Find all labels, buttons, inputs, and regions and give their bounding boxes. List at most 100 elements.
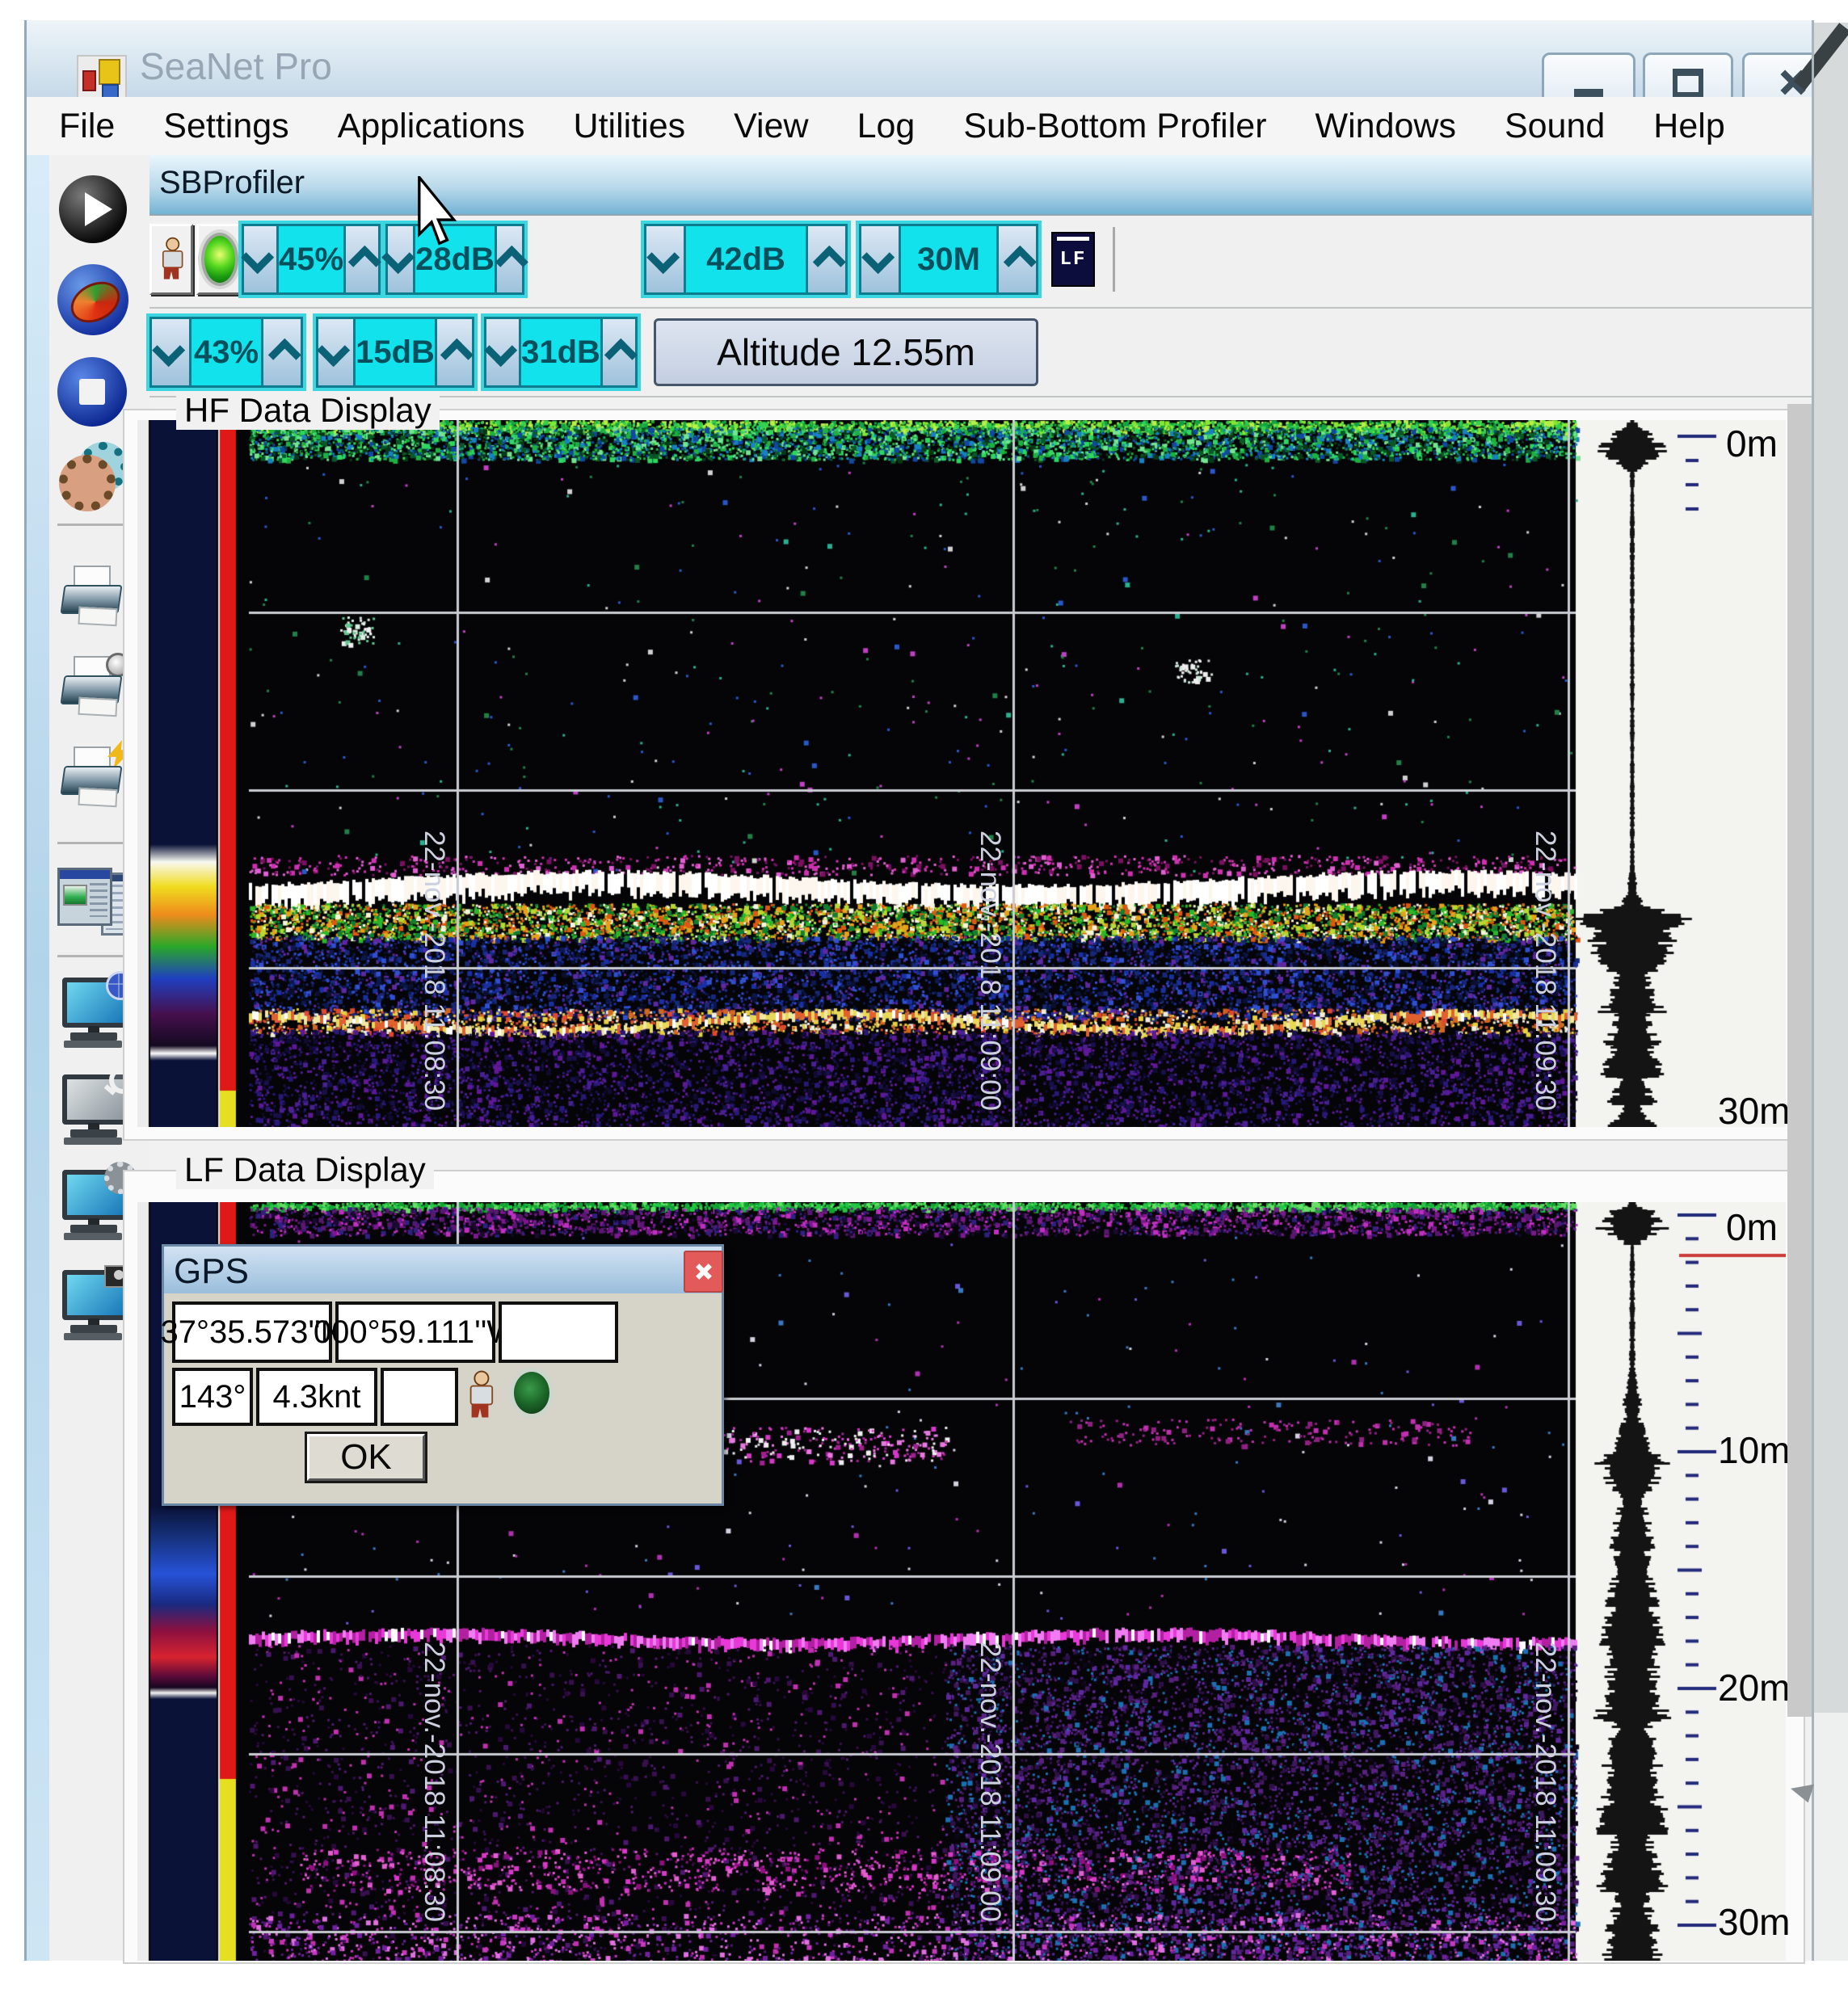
menu-item-view[interactable]: View [734,107,808,146]
db2-value: 31dB [521,319,600,385]
gps-ok-button[interactable]: OK [307,1434,425,1481]
increase-button[interactable] [600,319,635,385]
gain-spinner-lf: 43% [149,317,303,388]
chevron-up-icon [440,338,474,371]
decrease-button[interactable] [388,226,415,292]
chevron-up-icon [812,245,845,278]
chevron-up-icon [267,338,301,371]
display-setup-icon[interactable] [57,864,132,939]
menu-item-sound[interactable]: Sound [1505,107,1605,146]
altitude-readout: Altitude 12.55m [654,318,1038,386]
chevron-up-icon [1003,245,1036,278]
settings-gears-icon[interactable] [57,440,132,515]
gps-empty-field-2 [381,1368,458,1426]
window-title: SeaNet Pro [140,44,332,88]
menu-bar: File Settings Applications Utilities Vie… [24,97,1812,155]
lf-timestamp-3: 22-nov.-2018 11:09:30 [1530,1642,1561,1989]
right-scroll-strip[interactable] [1787,404,1812,1717]
toolbar-row-2: 43% 15dB 31dB Altitude 12.55m [149,309,1812,397]
decrease-button[interactable] [152,319,192,385]
menu-item-help[interactable]: Help [1653,107,1724,146]
chevron-down-icon [242,241,275,274]
play-icon[interactable] [57,174,132,248]
lf-scale-0m: 0m [1726,1205,1778,1249]
lf-icon: LF [1051,232,1095,287]
toolbar-separator [1113,227,1115,292]
range-value: 30M [901,226,996,292]
menu-item-sub-bottom-profiler[interactable]: Sub-Bottom Profiler [963,107,1266,146]
toolbar-row-1: 45% 28dB 42dB 30M LF [149,216,1812,309]
increase-button[interactable] [435,319,472,385]
lf-mode-button[interactable]: LF [1051,232,1095,287]
chevron-up-icon [604,338,638,371]
stop-icon[interactable] [57,355,132,430]
hf-scale-0m: 0m [1726,422,1778,465]
gps-empty-field-1 [499,1301,618,1363]
chevron-down-icon [484,334,517,367]
diver-tool-button[interactable] [149,224,193,295]
chevron-up-icon [495,245,528,278]
desktop-margin [1814,0,1848,1961]
hf-scale-30m: 30m [1718,1089,1790,1133]
increase-button[interactable] [495,226,522,292]
chevron-down-icon [152,334,185,367]
gps-dialog: GPS 37°35.573''N 000°59.111''W 143° 4.3k… [162,1244,724,1506]
monitor-snapshot-icon[interactable] [57,1270,132,1344]
lf-timestamp-1: 22-nov.-2018 11:08:30 [419,1642,450,1989]
increase-button[interactable] [996,226,1036,292]
lf-display-label: LF Data Display [176,1150,434,1189]
gain-value: 45% [279,226,343,292]
menu-item-applications[interactable]: Applications [338,107,525,146]
sidebar-accent-strip [27,155,49,1961]
print-icon[interactable] [57,566,132,640]
hf-display-label: HF Data Display [176,391,440,430]
gain-value: 43% [192,319,261,385]
close-icon [695,1263,713,1280]
gps-latitude-field: 37°35.573''N [172,1301,332,1363]
monitor-search-icon[interactable] [57,1074,132,1149]
green-led-icon [201,233,238,286]
chevron-down-icon [646,241,680,274]
remote-monitor-icon[interactable] [57,978,132,1052]
window-right-edge [1812,20,1814,1961]
increase-button[interactable] [261,319,301,385]
gps-heading-field: 143° [172,1368,253,1426]
decrease-button[interactable] [646,226,686,292]
lf-timestamp-2: 22-nov.-2018 11:09:00 [975,1642,1006,1989]
chevron-down-icon [317,334,350,367]
gps-dialog-titlebar[interactable]: GPS [164,1247,722,1293]
menu-item-windows[interactable]: Windows [1315,107,1456,146]
increase-button[interactable] [806,226,845,292]
monitor-settings-icon[interactable] [57,1170,132,1244]
increase-button[interactable] [343,226,378,292]
decrease-button[interactable] [486,319,521,385]
print-preview-icon[interactable] [57,656,132,730]
sensor-dial-icon[interactable] [57,263,132,337]
gps-speed-field: 4.3knt [256,1368,377,1426]
gps-status-led-icon [510,1368,554,1418]
menu-item-settings[interactable]: Settings [163,107,288,146]
title-bar: SeaNet Pro [24,20,1814,97]
decrease-button[interactable] [244,226,279,292]
hf-timestamp-2: 22-nov.-2018 11:09:00 [975,831,1006,1178]
menu-item-log[interactable]: Log [857,107,916,146]
db-spinner-2: 42dB [644,224,848,295]
mouse-cursor [414,176,461,246]
menu-item-file[interactable]: File [59,107,115,146]
diver-icon [467,1371,493,1420]
quick-print-icon[interactable] [57,746,132,821]
gain-spinner-hf: 45% [242,224,381,295]
decrease-button[interactable] [861,226,901,292]
db2-value: 42dB [686,226,806,292]
hf-timestamp-3: 22-nov.-2018 11:09:30 [1530,831,1561,1178]
chevron-up-icon [347,245,381,278]
status-led-button[interactable] [196,224,243,295]
hf-timestamp-1: 22-nov.-2018 11:08:30 [419,831,450,1178]
diver-icon [160,238,183,281]
range-spinner: 30M [859,224,1038,295]
db-spinner-3: 15dB [316,317,474,388]
decrease-button[interactable] [318,319,356,385]
menu-item-utilities[interactable]: Utilities [574,107,686,146]
chevron-down-icon [861,241,895,274]
gps-close-button[interactable] [684,1251,723,1293]
